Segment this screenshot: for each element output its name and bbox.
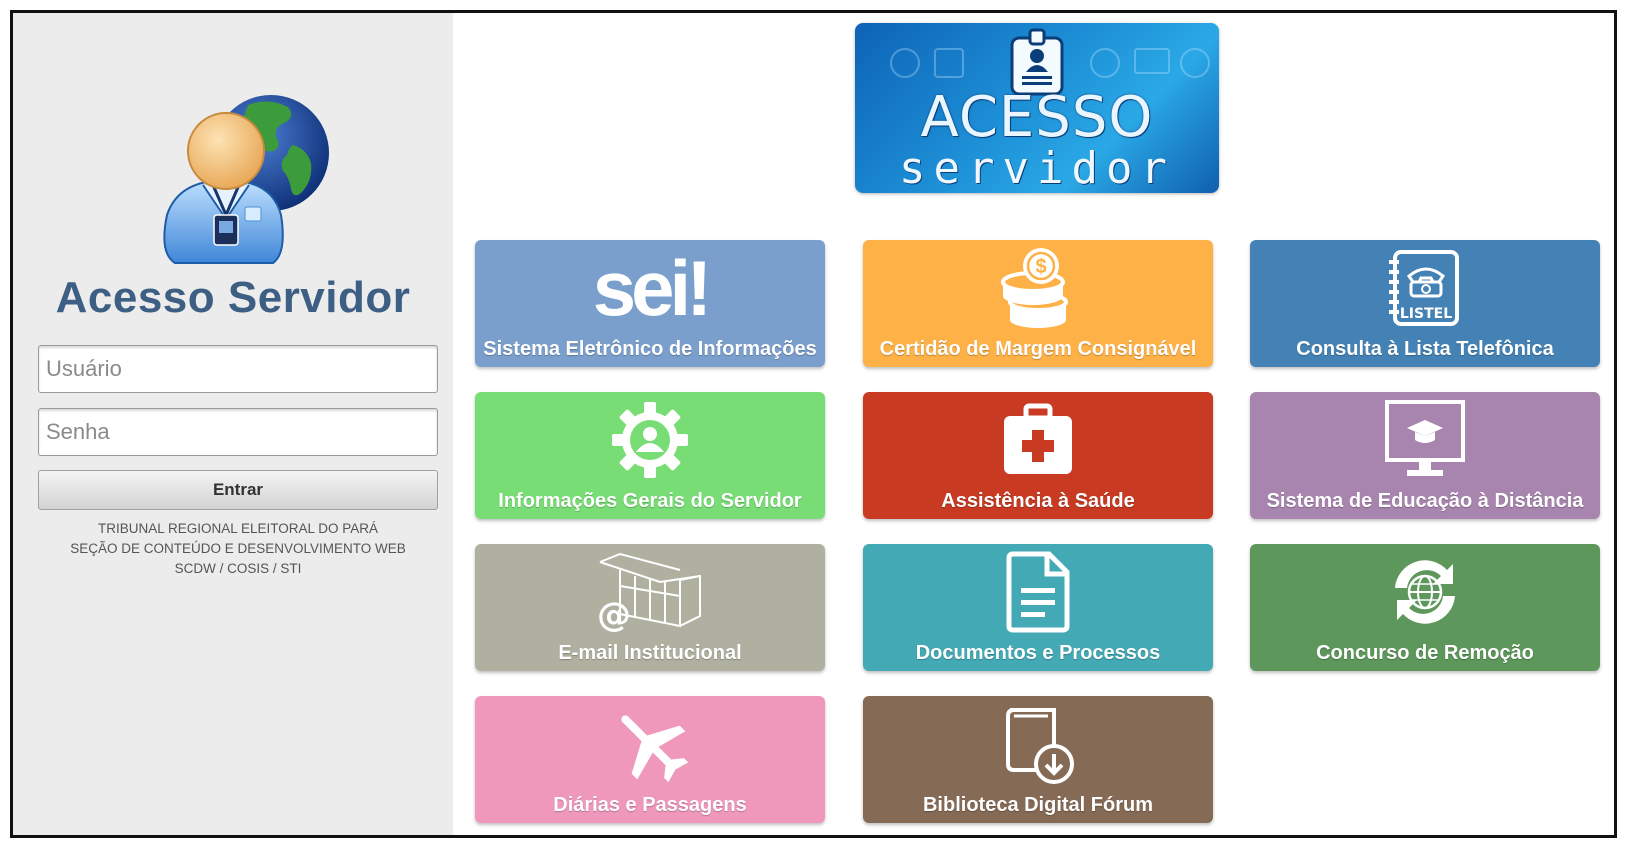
tile-margem-consignavel[interactable]: $ Certidão de Margem Consignável	[863, 240, 1213, 367]
tile-label: E-mail Institucional	[558, 642, 742, 664]
svg-text:$: $	[1035, 256, 1046, 278]
footer-line-institution: TRIBUNAL REGIONAL ELEITORAL DO PARÁ	[97, 521, 379, 536]
sei-logo-text: sei!	[592, 244, 712, 332]
banner-title-acesso: ACESSO	[920, 85, 1154, 150]
tile-label: Sistema de Educação à Distância	[1266, 490, 1584, 512]
tile-label: Certidão de Margem Consignável	[879, 338, 1197, 360]
tile-label: Informações Gerais do Servidor	[498, 490, 802, 512]
tile-label: Consulta à Lista Telefônica	[1296, 338, 1554, 360]
tile-biblioteca-digital[interactable]: Biblioteca Digital Fórum	[863, 696, 1213, 823]
server-user-globe-icon	[163, 95, 329, 264]
tile-label: Biblioteca Digital Fórum	[922, 794, 1154, 816]
tile-lista-telefonica[interactable]: LISTEL Consulta à Lista Telefônica	[1250, 240, 1600, 367]
tile-educacao-distancia[interactable]: Sistema de Educação à Distância	[1250, 392, 1600, 519]
banner-title-servidor: servidor	[899, 143, 1175, 193]
listel-logo-text: LISTEL	[1400, 306, 1452, 322]
footer-line-section: SEÇÃO DE CONTEÚDO E DESENVOLVIMENTO WEB	[70, 541, 406, 556]
tile-documentos-processos[interactable]: Documentos e Processos	[863, 544, 1213, 671]
tile-informacoes-gerais[interactable]: Informações Gerais do Servidor	[475, 392, 825, 519]
sei-logo-icon: sei!	[475, 246, 825, 330]
password-input[interactable]	[38, 408, 438, 456]
login-button[interactable]: Entrar	[38, 470, 438, 510]
globe-refresh-icon	[1395, 560, 1455, 624]
tile-label: Concurso de Remoção	[1316, 642, 1534, 664]
tile-label: Assistência à Saúde	[941, 490, 1135, 512]
username-input[interactable]	[38, 345, 438, 393]
tile-label: Documentos e Processos	[915, 642, 1161, 664]
page-frame: Acesso Servidor Entrar TRIBUNAL REGIONAL…	[10, 10, 1617, 838]
tile-label: Sistema Eletrônico de Informações	[483, 338, 817, 360]
listel-phonebook-icon: LISTEL	[1389, 250, 1459, 326]
first-aid-kit-icon	[1004, 403, 1072, 474]
book-download-icon	[1006, 708, 1074, 784]
acesso-servidor-banner: ACESSO servidor	[855, 23, 1219, 193]
svg-text:@: @	[597, 595, 631, 634]
tile-concurso-remocao[interactable]: Concurso de Remoção	[1250, 544, 1600, 671]
monitor-graduation-icon	[1385, 400, 1465, 476]
institution-footer: TRIBUNAL REGIONAL ELEITORAL DO PARÁ SEÇÃ…	[13, 519, 463, 579]
user-gear-icon	[612, 402, 688, 478]
document-icon	[1006, 551, 1070, 633]
login-panel: Acesso Servidor Entrar TRIBUNAL REGIONAL…	[13, 13, 453, 835]
email-building-icon: @	[597, 552, 701, 634]
tile-label: Diárias e Passagens	[553, 794, 747, 816]
tile-diarias-passagens[interactable]: Diárias e Passagens	[475, 696, 825, 823]
app-title: Acesso Servidor	[55, 273, 411, 322]
tile-assistencia-saude[interactable]: Assistência à Saúde	[863, 392, 1213, 519]
tile-sei[interactable]: sei! Sistema Eletrônico de Informações	[475, 240, 825, 367]
tile-email-institucional[interactable]: @ E-mail Institucional	[475, 544, 825, 671]
coins-icon: $	[1001, 248, 1068, 328]
airplane-icon	[621, 715, 689, 783]
footer-line-units: SCDW / COSIS / STI	[174, 561, 302, 576]
